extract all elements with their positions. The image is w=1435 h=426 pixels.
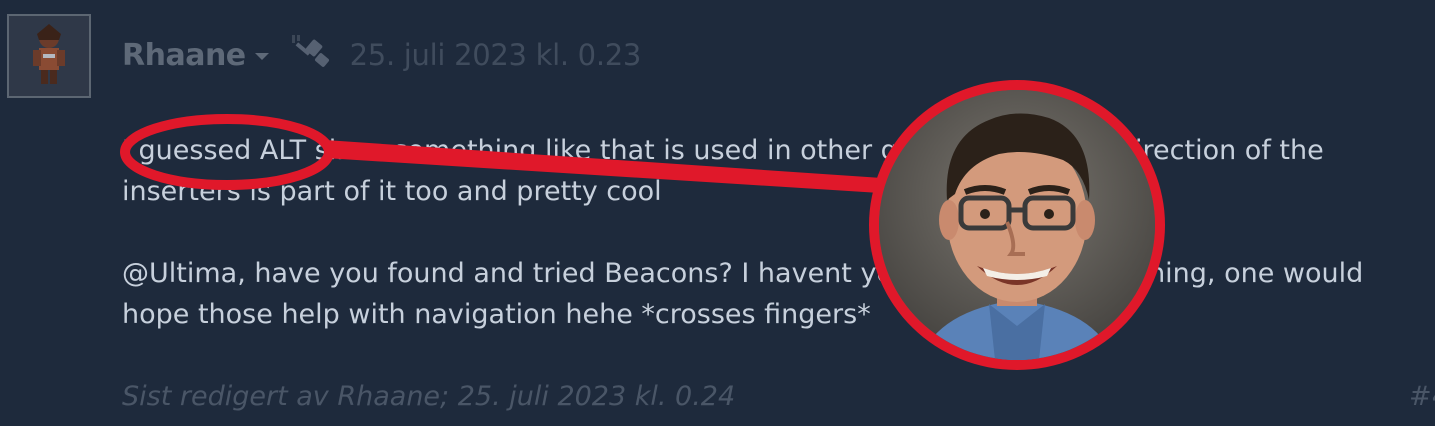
annotation-photo-circle [869, 80, 1165, 370]
annotation-connector-line [325, 140, 882, 193]
inset-portrait-image [879, 90, 1155, 360]
annotation-highlight-ellipse [120, 114, 334, 190]
annotation-overlay [120, 114, 882, 193]
